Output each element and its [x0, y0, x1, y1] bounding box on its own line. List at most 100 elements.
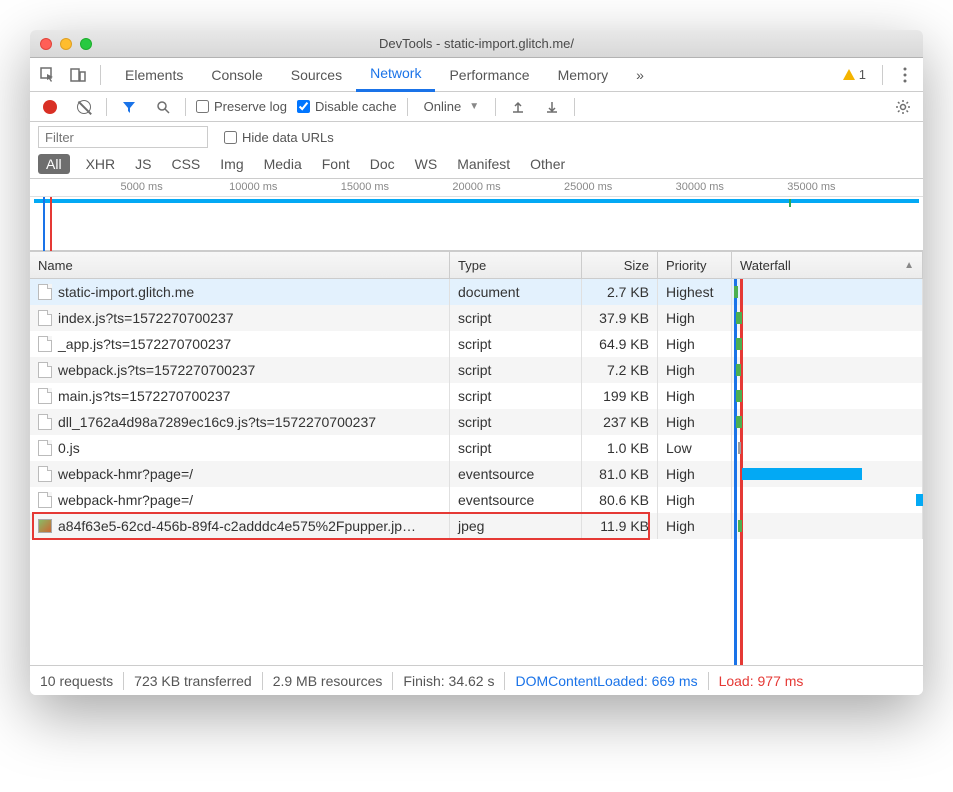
filter-type-ws[interactable]: WS — [411, 154, 442, 174]
status-finish: Finish: 34.62 s — [403, 673, 494, 689]
cell-size: 64.9 KB — [582, 331, 658, 357]
preserve-log-input[interactable] — [196, 100, 209, 113]
divider — [407, 98, 408, 116]
tab-performance[interactable]: Performance — [435, 58, 543, 92]
waterfall-bar — [736, 416, 742, 428]
filter-toggle-icon[interactable] — [117, 95, 141, 119]
throttling-select[interactable]: Online ▼ — [418, 99, 485, 114]
preserve-log-checkbox[interactable]: Preserve log — [196, 99, 287, 114]
col-size[interactable]: Size — [582, 252, 658, 278]
filter-types: All XHR JS CSS Img Media Font Doc WS Man… — [38, 154, 915, 174]
hide-data-urls-input[interactable] — [224, 131, 237, 144]
table-body: static-import.glitch.me document 2.7 KB … — [30, 279, 923, 665]
filter-type-other[interactable]: Other — [526, 154, 569, 174]
device-toolbar-icon[interactable] — [66, 63, 90, 87]
divider — [495, 98, 496, 116]
divider — [100, 65, 101, 85]
kebab-menu-icon[interactable] — [893, 63, 917, 87]
tab-sources[interactable]: Sources — [277, 58, 356, 92]
cell-name: main.js?ts=1572270700237 — [30, 383, 450, 409]
file-icon — [38, 284, 52, 300]
col-waterfall[interactable]: Waterfall▲ — [732, 252, 923, 278]
cell-size: 80.6 KB — [582, 487, 658, 513]
table-row[interactable]: _app.js?ts=1572270700237 script 64.9 KB … — [30, 331, 923, 357]
close-button[interactable] — [40, 38, 52, 50]
filter-type-all[interactable]: All — [38, 154, 70, 174]
table-row[interactable]: dll_1762a4d98a7289ec16c9.js?ts=157227070… — [30, 409, 923, 435]
cell-size: 2.7 KB — [582, 279, 658, 305]
cell-name: 0.js — [30, 435, 450, 461]
filter-type-js[interactable]: JS — [131, 154, 155, 174]
disable-cache-input[interactable] — [297, 100, 310, 113]
file-icon — [38, 440, 52, 456]
preserve-log-label: Preserve log — [214, 99, 287, 114]
download-har-icon[interactable] — [540, 95, 564, 119]
filter-bar: Hide data URLs All XHR JS CSS Img Media … — [30, 122, 923, 179]
waterfall-bar — [736, 338, 742, 350]
filter-type-media[interactable]: Media — [260, 154, 306, 174]
table-row[interactable]: index.js?ts=1572270700237 script 37.9 KB… — [30, 305, 923, 331]
filter-type-css[interactable]: CSS — [167, 154, 204, 174]
filter-type-font[interactable]: Font — [318, 154, 354, 174]
tick-label: 35000 ms — [787, 181, 835, 193]
cell-waterfall — [732, 409, 923, 435]
file-icon — [38, 362, 52, 378]
cell-waterfall — [732, 487, 923, 513]
warning-badge[interactable]: 1 — [837, 67, 872, 82]
table-row[interactable]: webpack.js?ts=1572270700237 script 7.2 K… — [30, 357, 923, 383]
cell-priority: High — [658, 383, 732, 409]
search-icon[interactable] — [151, 95, 175, 119]
tab-console[interactable]: Console — [197, 58, 276, 92]
cell-name: _app.js?ts=1572270700237 — [30, 331, 450, 357]
tab-elements[interactable]: Elements — [111, 58, 197, 92]
filter-type-img[interactable]: Img — [216, 154, 247, 174]
table-row[interactable]: a84f63e5-62cd-456b-89f4-c2adddc4e575%2Fp… — [30, 513, 923, 539]
filter-type-manifest[interactable]: Manifest — [453, 154, 514, 174]
cell-name: webpack-hmr?page=/ — [30, 461, 450, 487]
minimize-button[interactable] — [60, 38, 72, 50]
disable-cache-checkbox[interactable]: Disable cache — [297, 99, 397, 114]
table-row[interactable]: webpack-hmr?page=/ eventsource 80.6 KB H… — [30, 487, 923, 513]
settings-icon[interactable] — [891, 95, 915, 119]
cell-waterfall — [732, 461, 923, 487]
table-row[interactable]: static-import.glitch.me document 2.7 KB … — [30, 279, 923, 305]
waterfall-bar — [736, 312, 742, 324]
cell-priority: High — [658, 487, 732, 513]
table-row[interactable]: main.js?ts=1572270700237 script 199 KB H… — [30, 383, 923, 409]
record-button[interactable] — [38, 95, 62, 119]
tab-overflow[interactable]: » — [622, 58, 658, 92]
table-row[interactable]: 0.js script 1.0 KB Low — [30, 435, 923, 461]
hide-data-urls-label: Hide data URLs — [242, 130, 334, 145]
tab-network[interactable]: Network — [356, 58, 435, 92]
maximize-button[interactable] — [80, 38, 92, 50]
status-load: Load: 977 ms — [719, 673, 804, 689]
divider — [262, 672, 263, 690]
filter-type-xhr[interactable]: XHR — [82, 154, 120, 174]
warning-count: 1 — [859, 67, 866, 82]
cell-type: script — [450, 409, 582, 435]
warning-icon — [843, 69, 855, 80]
clear-button[interactable] — [72, 95, 96, 119]
cell-type: script — [450, 383, 582, 409]
filter-type-doc[interactable]: Doc — [366, 154, 399, 174]
table-row[interactable]: webpack-hmr?page=/ eventsource 81.0 KB H… — [30, 461, 923, 487]
main-tabs: Elements Console Sources Network Perform… — [111, 58, 831, 92]
col-priority[interactable]: Priority — [658, 252, 732, 278]
cell-priority: High — [658, 331, 732, 357]
timeline-bar — [34, 199, 918, 203]
timeline-overview[interactable]: 5000 ms 10000 ms 15000 ms 20000 ms 25000… — [30, 179, 923, 251]
cell-name-text: static-import.glitch.me — [58, 284, 194, 300]
divider — [504, 672, 505, 690]
tab-memory[interactable]: Memory — [544, 58, 623, 92]
cell-size: 199 KB — [582, 383, 658, 409]
inspect-element-icon[interactable] — [36, 63, 60, 87]
hide-data-urls-checkbox[interactable]: Hide data URLs — [224, 130, 334, 145]
col-name[interactable]: Name — [30, 252, 450, 278]
network-toolbar: Preserve log Disable cache Online ▼ — [30, 92, 923, 122]
cell-priority: Low — [658, 435, 732, 461]
upload-har-icon[interactable] — [506, 95, 530, 119]
filter-input[interactable] — [38, 126, 208, 148]
col-type[interactable]: Type — [450, 252, 582, 278]
cell-name: a84f63e5-62cd-456b-89f4-c2adddc4e575%2Fp… — [30, 513, 450, 539]
cell-size: 11.9 KB — [582, 513, 658, 539]
